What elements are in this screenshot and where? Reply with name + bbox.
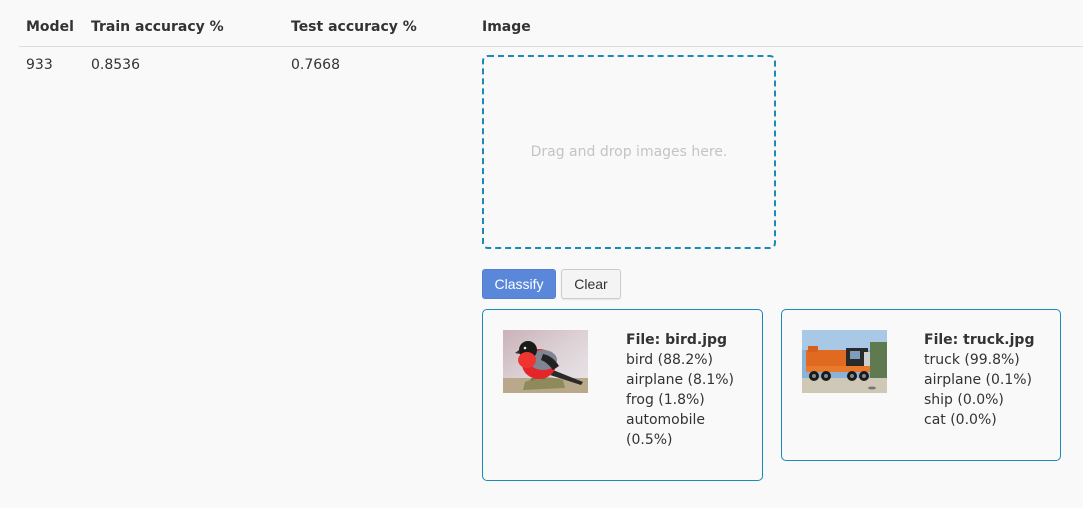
page: Model Train accuracy % Test accuracy % I…	[0, 0, 1083, 508]
truck-prediction: truck (99.8%)	[924, 352, 1020, 368]
bird-prediction: airplane (8.1%)	[626, 372, 735, 388]
dropzone-hint: Drag and drop images here.	[530, 144, 728, 160]
header-model: Model	[26, 19, 74, 35]
bird-prediction: bird (88.2%)	[626, 352, 714, 368]
truck-prediction: cat (0.0%)	[924, 412, 997, 428]
truck-prediction: ship (0.0%)	[924, 392, 1004, 408]
bird-file-label: File: bird.jpg	[626, 332, 728, 348]
bird-prediction: frog (1.8%)	[626, 392, 705, 408]
cell-train-accuracy: 0.8536	[91, 57, 140, 73]
result-card-truck: File: truck.jpg truck (99.8%) airplane (…	[781, 309, 1061, 461]
clear-button[interactable]: Clear	[561, 269, 621, 299]
header-divider	[19, 46, 1083, 47]
truck-file-label: File: truck.jpg	[924, 332, 1035, 348]
classify-button[interactable]: Classify	[482, 269, 556, 299]
truck-prediction: airplane (0.1%)	[924, 372, 1033, 388]
header-image: Image	[482, 19, 531, 35]
cell-test-accuracy: 0.7668	[291, 57, 340, 73]
bird-result-text: File: bird.jpg bird (88.2%) airplane (8.…	[626, 330, 736, 450]
header-train-accuracy: Train accuracy %	[91, 19, 224, 35]
bird-prediction: automobile (0.5%)	[626, 412, 705, 448]
cell-model: 933	[26, 57, 53, 73]
image-dropzone[interactable]: Drag and drop images here.	[482, 55, 776, 249]
truck-result-text: File: truck.jpg truck (99.8%) airplane (…	[924, 330, 1034, 430]
truck-thumbnail	[802, 330, 887, 393]
result-card-bird: File: bird.jpg bird (88.2%) airplane (8.…	[482, 309, 763, 481]
header-test-accuracy: Test accuracy %	[291, 19, 417, 35]
bird-thumbnail	[503, 330, 588, 393]
